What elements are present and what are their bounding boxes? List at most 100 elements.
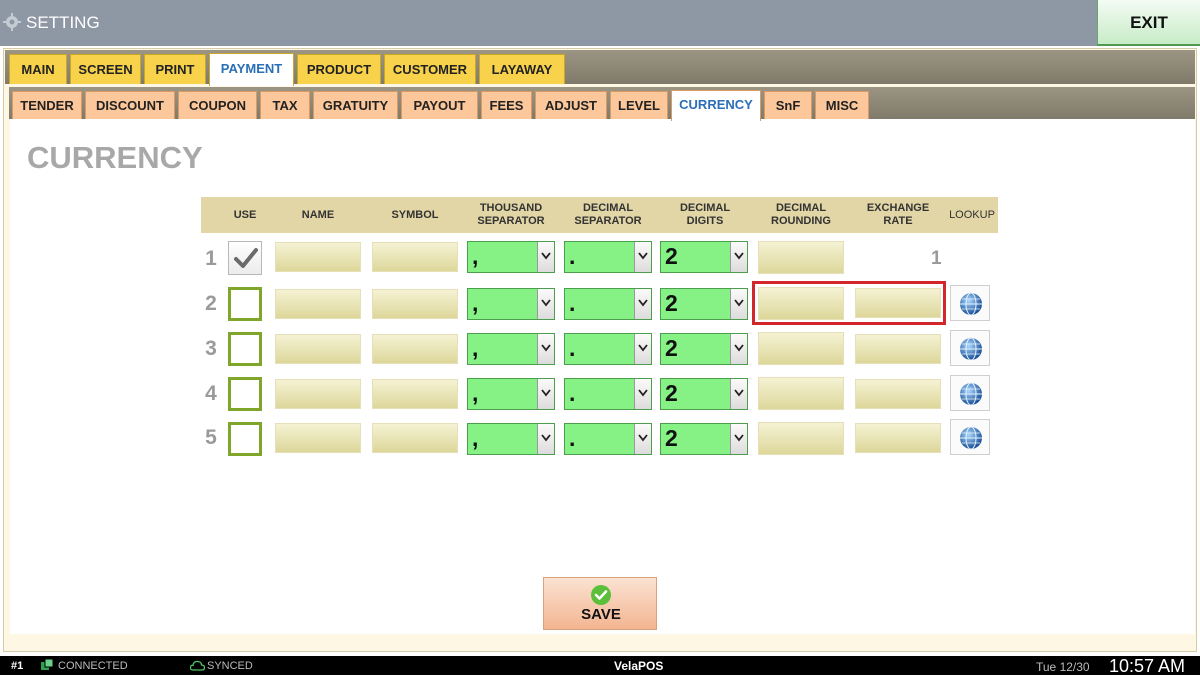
thousand-separator-select[interactable]: ,	[467, 288, 555, 320]
decimal-separator-select[interactable]: .	[564, 378, 652, 410]
chevron-down-icon	[734, 252, 744, 260]
decimal-rounding-input[interactable]	[758, 422, 844, 455]
decimal-digits-value: 2	[665, 425, 678, 451]
thousand-separator-select[interactable]: ,	[467, 241, 555, 273]
exchange-rate-value: 1	[931, 248, 942, 269]
decimal-separator-value: .	[569, 335, 576, 361]
decimal-rounding-input[interactable]	[758, 377, 844, 410]
decimal-digits-select[interactable]: 2	[660, 423, 748, 455]
tab-snf[interactable]: SnF	[764, 91, 812, 119]
symbol-input[interactable]	[372, 379, 458, 409]
dropdown-arrow	[537, 379, 554, 409]
thousand-separator-value: ,	[472, 425, 479, 451]
chevron-down-icon	[638, 252, 648, 260]
decimal-rounding-input[interactable]	[758, 332, 844, 365]
tab-coupon[interactable]: COUPON	[178, 91, 257, 119]
tab-product[interactable]: PRODUCT	[297, 54, 381, 84]
tab-gratuity[interactable]: GRATUITY	[313, 91, 398, 119]
lookup-button[interactable]	[950, 419, 990, 455]
tab-level[interactable]: LEVEL	[610, 91, 668, 119]
globe-icon	[960, 426, 982, 450]
name-input[interactable]	[275, 334, 361, 364]
decimal-rounding-input[interactable]	[758, 287, 844, 320]
row-number: 2	[205, 292, 217, 315]
tab-fees[interactable]: FEES	[481, 91, 532, 119]
station-number: #1	[11, 660, 24, 672]
decimal-separator-select[interactable]: .	[564, 423, 652, 455]
exchange-rate-input[interactable]	[855, 288, 941, 318]
header-use: USE	[233, 208, 257, 221]
chevron-down-icon	[734, 389, 744, 397]
sync-status: SYNCED	[207, 660, 253, 672]
header-thousand-line1: THOUSAND	[479, 202, 543, 214]
exchange-rate-input[interactable]	[855, 334, 941, 364]
decimal-digits-select[interactable]: 2	[660, 378, 748, 410]
tab-discount[interactable]: DISCOUNT	[85, 91, 175, 119]
decimal-separator-select[interactable]: .	[564, 241, 652, 273]
exchange-rate-input[interactable]	[855, 379, 941, 409]
tab-print[interactable]: PRINT	[144, 54, 206, 84]
dropdown-arrow	[634, 242, 651, 272]
network-icon	[41, 659, 54, 670]
symbol-input[interactable]	[372, 289, 458, 319]
name-input[interactable]	[275, 289, 361, 319]
chevron-down-icon	[541, 344, 551, 352]
header-lookup: LOOKUP	[949, 208, 995, 221]
name-input[interactable]	[275, 423, 361, 453]
lookup-button[interactable]	[950, 330, 990, 366]
thousand-separator-value: ,	[472, 335, 479, 361]
use-checkbox[interactable]	[228, 332, 262, 366]
tab-layaway[interactable]: LAYAWAY	[479, 54, 565, 84]
exit-button[interactable]: EXIT	[1097, 0, 1200, 46]
tab-currency[interactable]: CURRENCY	[671, 90, 761, 121]
dropdown-arrow	[730, 242, 747, 272]
tab-main[interactable]: MAIN	[9, 54, 67, 84]
header-decimal-rounding-line2: ROUNDING	[771, 215, 831, 227]
header-decimal-separator: DECIMAL SEPARATOR	[563, 197, 653, 233]
lookup-button[interactable]	[950, 375, 990, 411]
chevron-down-icon	[638, 299, 648, 307]
decimal-separator-select[interactable]: .	[564, 333, 652, 365]
tab-misc[interactable]: MISC	[815, 91, 869, 119]
lookup-button[interactable]	[950, 285, 990, 321]
header-exchange-line2: RATE	[883, 215, 913, 227]
tab-customer[interactable]: CUSTOMER	[384, 54, 476, 84]
header-exchange-line1: EXCHANGE	[866, 202, 930, 214]
use-checkbox[interactable]	[228, 241, 262, 275]
decimal-digits-select[interactable]: 2	[660, 288, 748, 320]
decimal-digits-select[interactable]: 2	[660, 333, 748, 365]
header-name: NAME	[301, 208, 335, 221]
chevron-down-icon	[734, 344, 744, 352]
tab-screen[interactable]: SCREEN	[70, 54, 141, 84]
header-exchange-rate: EXCHANGE RATE	[854, 197, 942, 233]
dropdown-arrow	[537, 334, 554, 364]
symbol-input[interactable]	[372, 423, 458, 453]
tab-tax[interactable]: TAX	[260, 91, 310, 119]
thousand-separator-select[interactable]: ,	[467, 423, 555, 455]
save-button[interactable]: SAVE	[543, 577, 657, 630]
dropdown-arrow	[730, 334, 747, 364]
tab-payout[interactable]: PAYOUT	[401, 91, 478, 119]
use-checkbox[interactable]	[228, 422, 262, 456]
thousand-separator-select[interactable]: ,	[467, 333, 555, 365]
decimal-separator-select[interactable]: .	[564, 288, 652, 320]
decimal-digits-select[interactable]: 2	[660, 241, 748, 273]
tab-adjust[interactable]: ADJUST	[535, 91, 607, 119]
chevron-down-icon	[541, 434, 551, 442]
checkmark-circle-icon	[591, 585, 611, 605]
tab-tender[interactable]: TENDER	[12, 91, 82, 119]
exchange-rate-input[interactable]	[855, 423, 941, 453]
use-checkbox[interactable]	[228, 377, 262, 411]
name-input[interactable]	[275, 379, 361, 409]
chevron-down-icon	[638, 434, 648, 442]
thousand-separator-select[interactable]: ,	[467, 378, 555, 410]
decimal-rounding-input[interactable]	[758, 241, 844, 274]
name-input[interactable]	[275, 242, 361, 272]
dropdown-arrow	[537, 289, 554, 319]
symbol-input[interactable]	[372, 334, 458, 364]
use-checkbox[interactable]	[228, 287, 262, 321]
tab-payment[interactable]: PAYMENT	[209, 53, 294, 86]
symbol-input[interactable]	[372, 242, 458, 272]
decimal-separator-value: .	[569, 243, 576, 269]
page-title: CURRENCY	[27, 140, 203, 175]
